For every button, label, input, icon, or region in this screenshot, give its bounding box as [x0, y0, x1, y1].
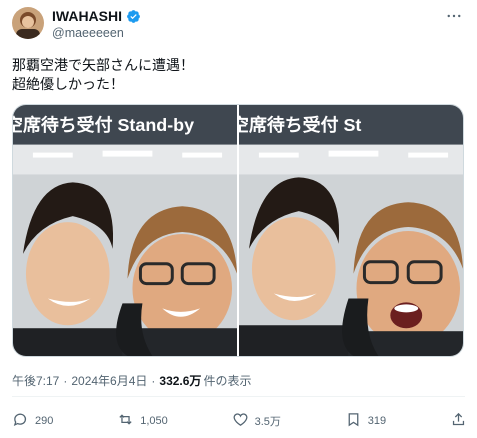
tweet-date[interactable]: 2024年6月4日: [71, 372, 147, 389]
repost-icon: [117, 411, 134, 431]
share-button[interactable]: [450, 411, 467, 431]
tweet-meta: 午後7:17 · 2024年6月4日 · 332.6万 件の表示: [12, 372, 251, 389]
bookmark-icon: [345, 411, 362, 431]
bookmark-button[interactable]: 319: [345, 411, 386, 431]
display-name[interactable]: IWAHASHI: [52, 8, 122, 24]
bookmark-count: 319: [367, 415, 387, 427]
views-label: 件の表示: [203, 374, 252, 388]
divider: [12, 396, 465, 397]
tweet-line-2: 超絶優しかった！: [12, 76, 124, 92]
media-grid: 空席待ち受付 Stand-by 空席待ち受付 St: [12, 104, 464, 357]
like-icon: [232, 411, 249, 431]
photo-2-sign: 空席待ち受付 St: [239, 114, 361, 135]
reply-button[interactable]: 290: [12, 411, 53, 431]
repost-count: 1,050: [140, 415, 168, 427]
like-count: 3.5万: [254, 416, 281, 428]
tweet-time[interactable]: 午後7:17: [12, 372, 59, 389]
avatar[interactable]: [12, 7, 44, 39]
action-bar: 290 1,050 3.5万 319: [12, 410, 467, 432]
meta-separator: ·: [63, 373, 68, 388]
more-icon[interactable]: [441, 6, 467, 26]
like-button[interactable]: 3.5万: [232, 411, 281, 431]
photo-1[interactable]: 空席待ち受付 Stand-by: [13, 105, 237, 356]
verified-badge-icon: [126, 9, 141, 24]
share-icon: [450, 411, 467, 431]
reply-count: 290: [35, 415, 54, 427]
photo-1-sign: 空席待ち受付 Stand-by: [13, 114, 194, 135]
views-count: 332.6万: [159, 374, 202, 388]
meta-separator: ·: [151, 373, 156, 388]
repost-button[interactable]: 1,050: [117, 411, 168, 431]
reply-icon: [12, 411, 29, 431]
author-name-row[interactable]: IWAHASHI: [52, 8, 141, 24]
author-handle[interactable]: @maeeeeen: [52, 26, 124, 40]
photo-2[interactable]: 空席待ち受付 St: [239, 105, 463, 356]
tweet-line-1: 那覇空港で矢部さんに遭遇！: [12, 57, 194, 73]
tweet-text: 那覇空港で矢部さんに遭遇！ 超絶優しかった！: [12, 56, 194, 94]
